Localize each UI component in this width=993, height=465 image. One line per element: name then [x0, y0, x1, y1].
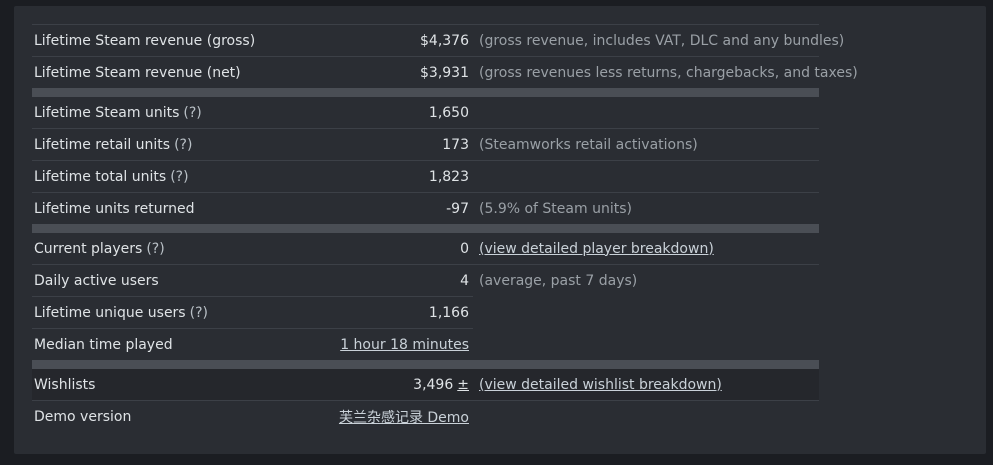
value-cell: $4,376 — [420, 25, 469, 56]
value-cell: 1 hour 18 minutes — [340, 329, 469, 360]
row-units-returned: Lifetime units returned -97 (5.9% of Ste… — [32, 192, 819, 224]
value-revenue-gross: $4,376 — [420, 32, 469, 49]
label-cell: Lifetime retail units (?) — [32, 129, 452, 160]
value-current-players: 0 — [460, 240, 469, 257]
label-units-returned: Lifetime units returned — [34, 200, 195, 217]
label-daily-active-users: Daily active users — [34, 272, 159, 289]
value-total-units: 1,823 — [428, 168, 469, 185]
label-current-players: Current players — [34, 240, 143, 257]
note-cell: (view detailed player breakdown) — [479, 233, 714, 264]
value-cell: 3,496 ± — [413, 369, 469, 400]
label-retail-units: Lifetime retail units — [34, 136, 171, 153]
help-current-players[interactable]: (?) — [146, 241, 164, 257]
value-cell: $3,931 — [420, 57, 469, 88]
value-wishlists: 3,496 — [413, 376, 454, 393]
label-wishlists: Wishlists — [34, 376, 96, 393]
wishlist-breakdown-link[interactable]: (view detailed wishlist breakdown) — [479, 377, 722, 393]
label-cell: Lifetime unique users (?) — [32, 297, 452, 328]
row-current-players: Current players (?) 0 (view detailed pla… — [32, 233, 819, 264]
demo-version-link[interactable]: 芙兰杂感记录 Demo — [339, 407, 469, 427]
value-steam-units: 1,650 — [428, 104, 469, 121]
row-revenue-net: Lifetime Steam revenue (net) $3,931 (gro… — [32, 56, 858, 88]
row-demo-version: Demo version 芙兰杂感记录 Demo — [32, 400, 819, 432]
section-divider — [32, 88, 819, 97]
label-steam-units: Lifetime Steam units — [34, 104, 180, 121]
label-cell: Current players (?) — [32, 233, 452, 264]
note-revenue-net: (gross revenues less returns, chargeback… — [479, 64, 858, 81]
value-cell: 4 — [453, 265, 469, 296]
note-retail-units: (Steamworks retail activations) — [479, 136, 698, 153]
row-steam-units: Lifetime Steam units (?) 1,650 — [32, 97, 819, 128]
help-steam-units[interactable]: (?) — [183, 105, 201, 121]
label-total-units: Lifetime total units — [34, 168, 167, 185]
value-cell: 1,650 — [429, 97, 469, 128]
lifetime-stats-table: Lifetime Steam revenue (gross) $4,376 (g… — [32, 24, 858, 432]
note-daily-active-users: (average, past 7 days) — [479, 272, 638, 289]
label-revenue-gross: Lifetime Steam revenue (gross) — [34, 32, 256, 49]
label-cell: Lifetime total units (?) — [32, 161, 452, 192]
player-breakdown-link[interactable]: (view detailed player breakdown) — [479, 241, 714, 257]
value-daily-active-users: 4 — [460, 272, 469, 289]
value-revenue-net: $3,931 — [420, 64, 469, 81]
label-revenue-net: Lifetime Steam revenue (net) — [34, 64, 241, 81]
row-median-time: Median time played 1 hour 18 minutes — [32, 328, 473, 360]
row-retail-units: Lifetime retail units (?) 173 (Steamwork… — [32, 128, 819, 160]
stats-panel: Lifetime Steam revenue (gross) $4,376 (g… — [14, 6, 986, 454]
help-unique-users[interactable]: (?) — [190, 305, 208, 321]
wishlist-plusminus-icon[interactable]: ± — [457, 377, 469, 393]
help-total-units[interactable]: (?) — [170, 169, 188, 185]
value-cell: 1,823 — [429, 161, 469, 192]
section-divider — [32, 224, 819, 233]
value-units-returned: -97 — [446, 200, 469, 217]
value-unique-users: 1,166 — [428, 304, 469, 321]
note-cell: (view detailed wishlist breakdown) — [479, 369, 722, 400]
value-cell: 1,166 — [429, 297, 469, 328]
section-divider — [32, 360, 819, 369]
value-retail-units: 173 — [442, 136, 469, 153]
note-units-returned: (5.9% of Steam units) — [479, 200, 632, 217]
label-unique-users: Lifetime unique users — [34, 304, 186, 321]
row-total-units: Lifetime total units (?) 1,823 — [32, 160, 819, 192]
label-cell: Lifetime Steam units (?) — [32, 97, 452, 128]
median-time-link[interactable]: 1 hour 18 minutes — [340, 337, 469, 353]
row-wishlists: Wishlists 3,496 ± (view detailed wishlis… — [32, 369, 819, 400]
value-cell: 0 — [453, 233, 469, 264]
value-cell: 芙兰杂感记录 Demo — [339, 401, 469, 432]
row-daily-active-users: Daily active users 4 (average, past 7 da… — [32, 264, 819, 296]
note-revenue-gross: (gross revenue, includes VAT, DLC and an… — [479, 32, 845, 49]
row-revenue-gross: Lifetime Steam revenue (gross) $4,376 (g… — [32, 24, 844, 56]
value-cell: 173 — [442, 129, 469, 160]
value-cell: -97 — [446, 193, 469, 224]
help-retail-units[interactable]: (?) — [174, 137, 192, 153]
row-unique-users: Lifetime unique users (?) 1,166 — [32, 296, 473, 328]
